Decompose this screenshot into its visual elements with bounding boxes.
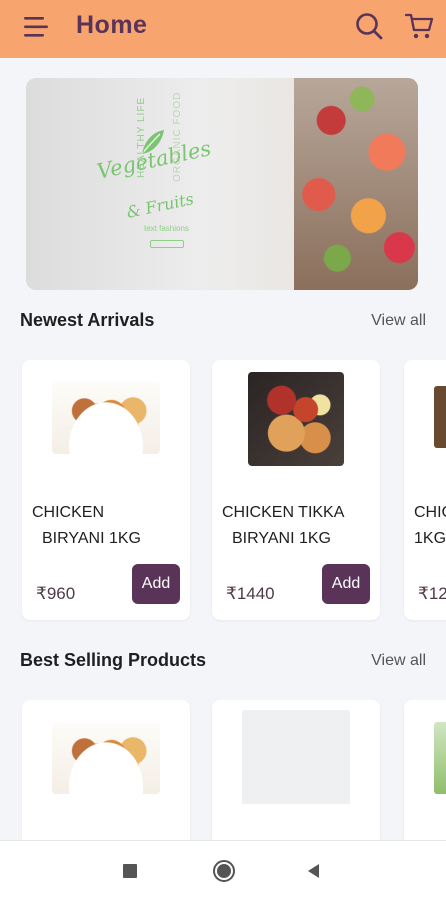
product-card[interactable]: CHIC 1KG ₹12	[404, 360, 446, 620]
recents-square-icon[interactable]	[120, 861, 140, 881]
system-nav-bar	[0, 840, 446, 900]
page-title: Home	[76, 11, 148, 39]
product-price: ₹1440	[226, 584, 275, 603]
menu-icon[interactable]	[22, 14, 50, 40]
section-title: Best Selling Products	[20, 650, 207, 670]
product-image-placeholder	[242, 710, 350, 804]
product-image	[248, 372, 344, 466]
view-all-link[interactable]: View all	[371, 652, 426, 670]
product-card[interactable]: CHICKEN TIKKA BIRYANI 1KG ₹1440 Add	[212, 360, 380, 620]
back-triangle-icon[interactable]	[304, 861, 324, 881]
section-header-newest: Newest Arrivals View all	[20, 310, 426, 331]
promo-banner[interactable]: Vegetables & Fruits HEALTHY LIFE ORGANIC…	[26, 78, 418, 290]
search-icon[interactable]	[354, 11, 384, 41]
banner-side-text: HEALTHY LIFE	[136, 96, 147, 178]
product-image	[52, 382, 160, 454]
product-row-best-selling	[0, 700, 446, 840]
banner-pill	[150, 240, 184, 248]
section-header-best-selling: Best Selling Products View all	[20, 650, 426, 671]
add-to-cart-button[interactable]: Add	[132, 564, 180, 604]
add-to-cart-button[interactable]: Add	[322, 564, 370, 604]
product-image	[52, 722, 160, 794]
view-all-link[interactable]: View all	[371, 312, 426, 330]
product-price: ₹12	[418, 584, 446, 603]
product-card[interactable]	[212, 700, 380, 840]
cart-icon[interactable]	[404, 11, 434, 41]
product-name: CHICKEN TIKKA BIRYANI 1KG	[222, 504, 345, 547]
banner-side-text: ORGANIC FOOD	[172, 91, 183, 182]
banner-small-text: text fashions	[144, 224, 189, 233]
product-price: ₹960	[36, 584, 76, 603]
product-image	[434, 386, 446, 448]
home-circle-icon[interactable]	[212, 859, 236, 883]
app-bar: Home	[0, 0, 446, 58]
banner-subheadline: & Fruits	[124, 189, 196, 222]
section-title: Newest Arrivals	[20, 310, 155, 330]
product-row-newest: CHICKEN BIRYANI 1KG ₹960 Add CHICKEN TIK…	[0, 360, 446, 622]
fruit-image	[294, 78, 418, 290]
product-card[interactable]	[404, 700, 446, 840]
product-name: CHICKEN BIRYANI 1KG	[32, 504, 141, 547]
product-card[interactable]	[22, 700, 190, 840]
product-card[interactable]: CHICKEN BIRYANI 1KG ₹960 Add	[22, 360, 190, 620]
product-image	[434, 722, 446, 794]
product-name: CHIC 1KG	[414, 504, 446, 547]
